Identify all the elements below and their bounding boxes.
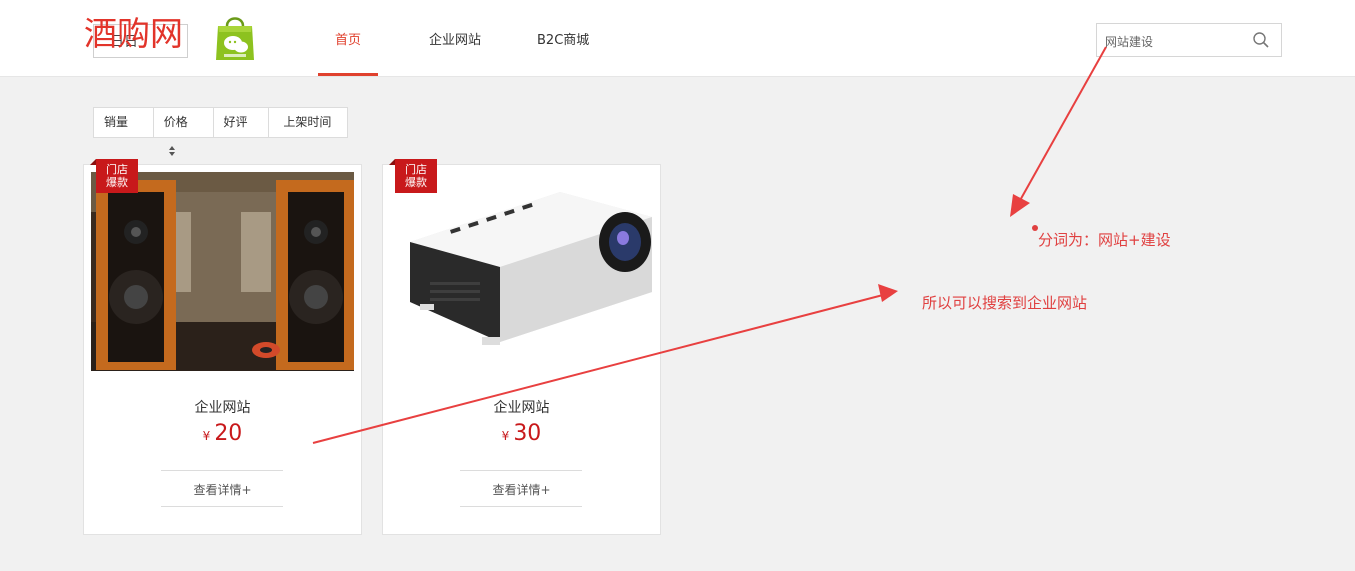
annotation-segmentation: 分词为：网站+建设: [1038, 231, 1171, 249]
annotation-explanation: 所以可以搜索到企业网站: [922, 294, 1088, 312]
arrowhead-segmentation: [1010, 194, 1030, 217]
arrow-to-segmentation: [1017, 46, 1107, 205]
arrow-to-explanation: [312, 294, 884, 444]
arrowhead-explanation: [878, 284, 898, 302]
annotation-arrows: [312, 46, 1107, 444]
